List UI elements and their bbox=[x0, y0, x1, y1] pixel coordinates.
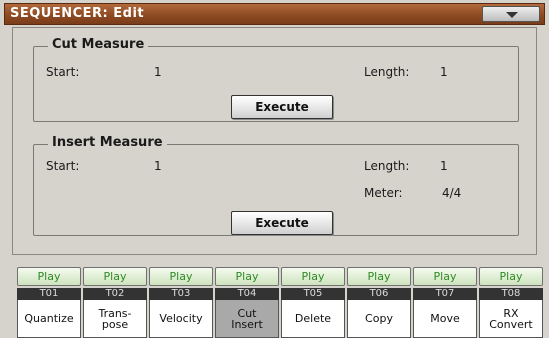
edit-panel: Cut Measure Start: 1 Length: 1 Execute I… bbox=[12, 27, 537, 255]
sequencer-edit-screen: SEQUENCER: Edit Cut Measure Start: 1 Len… bbox=[0, 0, 549, 338]
insert-length-value[interactable]: 1 bbox=[440, 159, 448, 173]
track-01-play-button[interactable]: Play bbox=[17, 267, 81, 286]
track-02-label: T02 bbox=[83, 288, 147, 300]
track-06-play-button[interactable]: Play bbox=[347, 267, 411, 286]
tab-delete[interactable]: Delete bbox=[281, 300, 345, 338]
track-05-play-button[interactable]: Play bbox=[281, 267, 345, 286]
track-07-label: T07 bbox=[413, 288, 477, 300]
title-bar: SEQUENCER: Edit bbox=[4, 3, 545, 25]
track-07-play-button[interactable]: Play bbox=[413, 267, 477, 286]
meter-value[interactable]: 4/4 bbox=[442, 186, 461, 200]
insert-measure-title: Insert Measure bbox=[48, 135, 167, 150]
track-03-label: T03 bbox=[149, 288, 213, 300]
track-03-play-button[interactable]: Play bbox=[149, 267, 213, 286]
track-04-label: T04 bbox=[215, 288, 279, 300]
meter-label: Meter: bbox=[364, 186, 403, 200]
cut-measure-group: Cut Measure Start: 1 Length: 1 Execute bbox=[33, 37, 519, 122]
cut-measure-title: Cut Measure bbox=[48, 37, 149, 52]
track-08-play-button[interactable]: Play bbox=[479, 267, 543, 286]
tab-velocity[interactable]: Velocity bbox=[149, 300, 213, 338]
cut-length-label: Length: bbox=[364, 65, 410, 79]
insert-start-label: Start: bbox=[46, 159, 80, 173]
tab-cut-insert[interactable]: Cut Insert bbox=[215, 300, 279, 338]
insert-length-label: Length: bbox=[364, 159, 410, 173]
cut-start-value[interactable]: 1 bbox=[154, 65, 162, 79]
track-05-label: T05 bbox=[281, 288, 345, 300]
cut-start-label: Start: bbox=[46, 65, 80, 79]
track-strip: Play Play Play Play Play Play Play Play … bbox=[0, 262, 549, 338]
track-08-label: T08 bbox=[479, 288, 543, 300]
track-06-label: T06 bbox=[347, 288, 411, 300]
insert-execute-button[interactable]: Execute bbox=[231, 211, 333, 235]
page-title: SEQUENCER: Edit bbox=[10, 6, 145, 21]
track-02-play-button[interactable]: Play bbox=[83, 267, 147, 286]
track-01-label: T01 bbox=[17, 288, 81, 300]
tab-copy[interactable]: Copy bbox=[347, 300, 411, 338]
tab-quantize[interactable]: Quantize bbox=[17, 300, 81, 338]
cut-execute-button[interactable]: Execute bbox=[231, 95, 333, 119]
tab-move[interactable]: Move bbox=[413, 300, 477, 338]
insert-start-value[interactable]: 1 bbox=[154, 159, 162, 173]
cut-length-value[interactable]: 1 bbox=[440, 65, 448, 79]
tab-transpose[interactable]: Trans- pose bbox=[83, 300, 147, 338]
track-04-play-button[interactable]: Play bbox=[215, 267, 279, 286]
chevron-down-icon bbox=[506, 12, 518, 18]
insert-measure-group: Insert Measure Start: 1 Length: 1 Meter:… bbox=[33, 135, 519, 236]
tab-rx-convert[interactable]: RX Convert bbox=[479, 300, 543, 338]
page-menu-button[interactable] bbox=[482, 6, 540, 22]
